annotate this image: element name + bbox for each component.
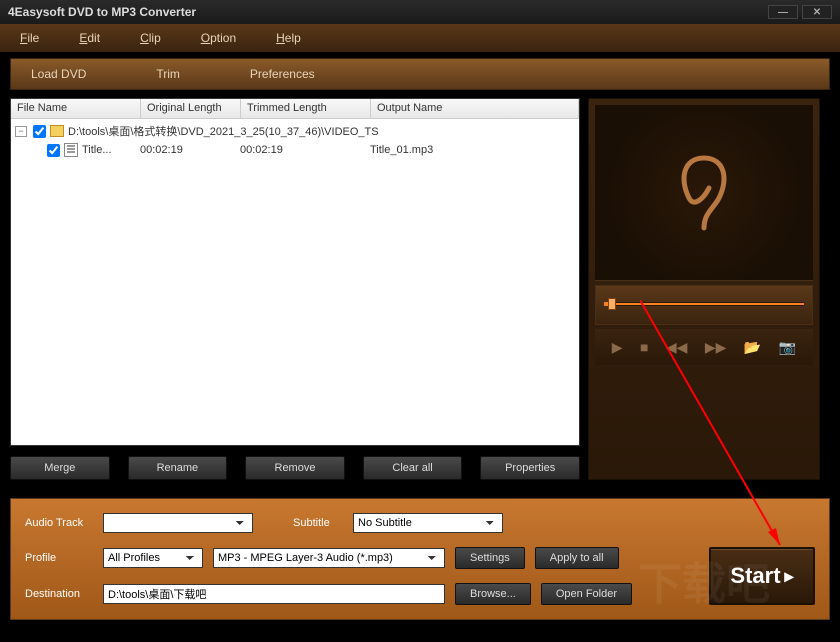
audio-track-select[interactable] bbox=[103, 513, 253, 533]
destination-input[interactable] bbox=[103, 584, 445, 604]
row-trimmed-length: 00:02:19 bbox=[240, 144, 370, 156]
settings-button[interactable]: Settings bbox=[455, 547, 525, 569]
play-arrow-icon: ▸ bbox=[785, 566, 794, 587]
preview-screen bbox=[595, 105, 813, 281]
preview-timeline[interactable] bbox=[595, 285, 813, 325]
menu-file[interactable]: File bbox=[20, 31, 39, 45]
snapshot-icon[interactable]: 📷 bbox=[779, 339, 796, 356]
remove-button[interactable]: Remove bbox=[245, 456, 345, 480]
file-panel: File Name Original Length Trimmed Length… bbox=[10, 98, 580, 480]
row-original-length: 00:02:19 bbox=[140, 144, 240, 156]
col-output-name[interactable]: Output Name bbox=[371, 99, 579, 118]
file-list-header: File Name Original Length Trimmed Length… bbox=[11, 99, 579, 119]
minimize-button[interactable]: — bbox=[768, 5, 798, 19]
profile-scope-select[interactable]: All Profiles bbox=[103, 548, 203, 568]
file-list: File Name Original Length Trimmed Length… bbox=[10, 98, 580, 446]
open-folder-button[interactable]: Open Folder bbox=[541, 583, 632, 605]
close-button[interactable]: ✕ bbox=[802, 5, 832, 19]
toolbar: Load DVD Trim Preferences bbox=[10, 58, 830, 90]
timeline-handle[interactable] bbox=[608, 298, 616, 310]
merge-button[interactable]: Merge bbox=[10, 456, 110, 480]
app-title: 4Easysoft DVD to MP3 Converter bbox=[8, 5, 196, 19]
apply-to-all-button[interactable]: Apply to all bbox=[535, 547, 619, 569]
table-row[interactable]: Title... 00:02:19 00:02:19 Title_01.mp3 bbox=[11, 141, 579, 159]
table-row[interactable]: − D:\tools\桌面\格式转换\DVD_2021_3_25(10_37_4… bbox=[11, 121, 579, 141]
start-button[interactable]: Start▸ bbox=[709, 547, 815, 605]
tree-collapse-icon[interactable]: − bbox=[15, 126, 27, 137]
rename-button[interactable]: Rename bbox=[128, 456, 228, 480]
menu-bar: File Edit Clip Option Help bbox=[0, 24, 840, 52]
app-logo-icon bbox=[669, 148, 739, 238]
forward-icon[interactable]: ▶▶ bbox=[705, 339, 727, 356]
row-checkbox[interactable] bbox=[33, 125, 46, 138]
properties-button[interactable]: Properties bbox=[480, 456, 580, 480]
row-output-name: Title_01.mp3 bbox=[370, 144, 433, 156]
col-original-length[interactable]: Original Length bbox=[141, 99, 241, 118]
play-icon[interactable]: ▶ bbox=[612, 339, 623, 356]
profile-label: Profile bbox=[25, 552, 93, 564]
menu-help[interactable]: Help bbox=[276, 31, 301, 45]
file-icon bbox=[64, 143, 78, 157]
clear-all-button[interactable]: Clear all bbox=[363, 456, 463, 480]
col-trimmed-length[interactable]: Trimmed Length bbox=[241, 99, 371, 118]
rewind-icon[interactable]: ◀◀ bbox=[666, 339, 688, 356]
preview-panel: ▶ ■ ◀◀ ▶▶ 📂 📷 bbox=[588, 98, 820, 480]
file-actions: Merge Rename Remove Clear all Properties bbox=[10, 456, 580, 480]
browse-button[interactable]: Browse... bbox=[455, 583, 531, 605]
menu-option[interactable]: Option bbox=[201, 31, 236, 45]
row-filename: Title... bbox=[82, 144, 140, 156]
trim-button[interactable]: Trim bbox=[156, 67, 180, 81]
destination-label: Destination bbox=[25, 588, 93, 600]
profile-format-select[interactable]: MP3 - MPEG Layer-3 Audio (*.mp3) bbox=[213, 548, 445, 568]
col-filename[interactable]: File Name bbox=[11, 99, 141, 118]
menu-edit[interactable]: Edit bbox=[79, 31, 100, 45]
settings-panel: Audio Track Subtitle No Subtitle Profile… bbox=[10, 498, 830, 620]
preferences-button[interactable]: Preferences bbox=[250, 67, 315, 81]
load-dvd-button[interactable]: Load DVD bbox=[31, 67, 86, 81]
preview-controls: ▶ ■ ◀◀ ▶▶ 📂 📷 bbox=[595, 329, 813, 365]
folder-icon bbox=[50, 125, 64, 137]
title-bar: 4Easysoft DVD to MP3 Converter — ✕ bbox=[0, 0, 840, 24]
row-checkbox[interactable] bbox=[47, 144, 60, 157]
audio-track-label: Audio Track bbox=[25, 517, 93, 529]
subtitle-label: Subtitle bbox=[293, 517, 343, 529]
subtitle-select[interactable]: No Subtitle bbox=[353, 513, 503, 533]
open-icon[interactable]: 📂 bbox=[744, 339, 761, 356]
row-filename: D:\tools\桌面\格式转换\DVD_2021_3_25(10_37_46)… bbox=[68, 123, 379, 139]
menu-clip[interactable]: Clip bbox=[140, 31, 161, 45]
stop-icon[interactable]: ■ bbox=[640, 339, 648, 355]
